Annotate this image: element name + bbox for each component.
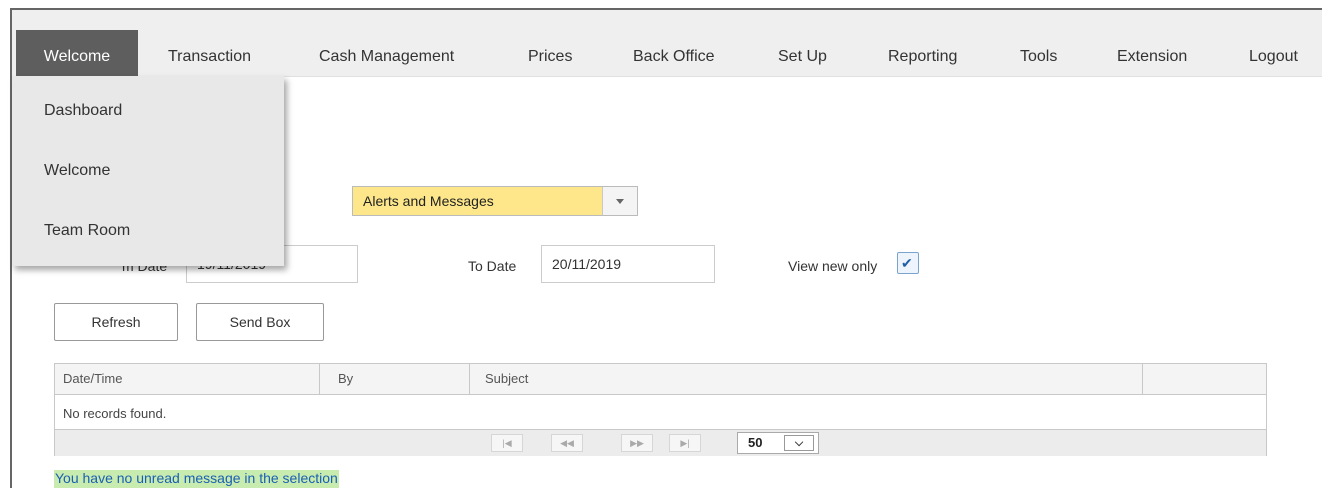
to-date-value: 20/11/2019: [552, 256, 622, 272]
chevron-down-icon[interactable]: [602, 187, 637, 215]
menu-cash-management[interactable]: Cash Management: [319, 30, 454, 76]
menu-back-office[interactable]: Back Office: [633, 30, 715, 76]
welcome-dropdown-menu: Dashboard Welcome Team Room: [12, 76, 284, 266]
checkmark-icon: ✔: [901, 255, 913, 271]
menu-extension[interactable]: Extension: [1117, 30, 1187, 76]
refresh-button[interactable]: Refresh: [54, 303, 178, 341]
prev-page-icon[interactable]: ◀◀: [551, 434, 583, 452]
menu-tools[interactable]: Tools: [1020, 30, 1057, 76]
dropdown-item-dashboard[interactable]: Dashboard: [44, 102, 122, 120]
view-new-only-label: View new only: [788, 258, 878, 274]
menu-prices[interactable]: Prices: [528, 30, 572, 76]
next-page-icon[interactable]: ▶▶: [621, 434, 653, 452]
dropdown-item-welcome[interactable]: Welcome: [44, 162, 110, 180]
first-page-icon[interactable]: |◀: [491, 434, 523, 452]
to-date-field[interactable]: 20/11/2019: [541, 245, 715, 283]
to-date-label: To Date: [468, 258, 517, 274]
page-size-value: 50: [748, 435, 763, 450]
page-size-select[interactable]: 50 ⌵: [737, 432, 819, 454]
chevron-down-icon[interactable]: ⌵: [784, 435, 814, 451]
menu-set-up[interactable]: Set Up: [778, 30, 827, 76]
column-header-subject[interactable]: Subject: [485, 371, 528, 386]
menu-transaction[interactable]: Transaction: [168, 30, 251, 76]
grid-pager: |◀ ◀◀ ▶▶ ▶| 50 ⌵: [55, 429, 1266, 456]
view-new-only-checkbox[interactable]: ✔: [897, 252, 919, 274]
category-select[interactable]: Alerts and Messages: [352, 186, 638, 216]
grid-header: Date/Time By Subject: [55, 364, 1266, 395]
main-menu-bar: Welcome Transaction Cash Management Pric…: [12, 10, 1322, 86]
messages-grid: Date/Time By Subject No records found. |…: [54, 363, 1267, 456]
menu-logout[interactable]: Logout: [1249, 30, 1298, 76]
last-page-icon[interactable]: ▶|: [669, 434, 701, 452]
column-divider: [469, 364, 470, 394]
dropdown-item-team-room[interactable]: Team Room: [44, 222, 130, 240]
column-divider: [1142, 364, 1143, 394]
column-header-datetime[interactable]: Date/Time: [63, 371, 122, 386]
category-select-value: Alerts and Messages: [363, 193, 494, 209]
column-header-by[interactable]: By: [338, 371, 353, 386]
empty-records-text: No records found.: [63, 406, 167, 421]
send-box-button[interactable]: Send Box: [196, 303, 324, 341]
column-divider: [319, 364, 320, 394]
status-message: You have no unread message in the select…: [54, 470, 339, 488]
menu-reporting[interactable]: Reporting: [888, 30, 957, 76]
